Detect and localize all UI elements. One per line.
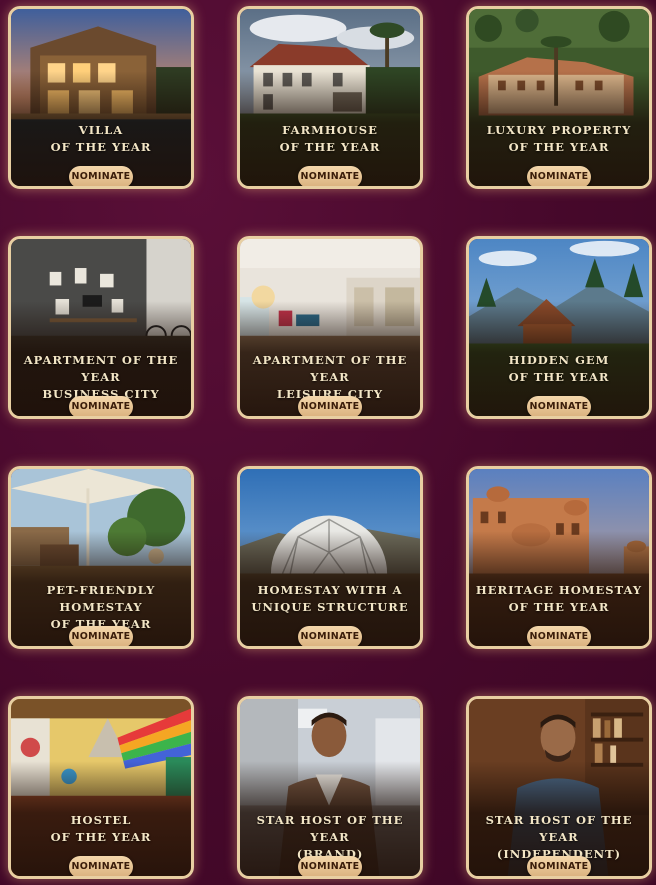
award-card-heritage-homestay: HERITAGE HOMESTAY OF THE YEAR NOMINATE bbox=[466, 466, 652, 649]
award-card-unique-structure-homestay: HOMESTAY WITH A UNIQUE STRUCTURE NOMINAT… bbox=[237, 466, 423, 649]
nominate-button[interactable]: NOMINATE bbox=[69, 626, 133, 646]
card-title: LUXURY PROPERTY OF THE YEAR bbox=[486, 123, 632, 154]
award-card-star-host-independent: STAR HOST OF THE YEAR (INDEPENDENT) NOMI… bbox=[466, 696, 652, 879]
card-title: HERITAGE HOMESTAY OF THE YEAR bbox=[475, 583, 643, 614]
nominate-button[interactable]: NOMINATE bbox=[69, 396, 133, 416]
nominate-button[interactable]: NOMINATE bbox=[298, 396, 362, 416]
card-title: FARMHOUSE OF THE YEAR bbox=[279, 123, 381, 154]
card-title: HOMESTAY WITH A UNIQUE STRUCTURE bbox=[251, 583, 409, 614]
award-card-villa: VILLA OF THE YEAR NOMINATE bbox=[8, 6, 194, 189]
award-card-hostel: HOSTEL OF THE YEAR NOMINATE bbox=[8, 696, 194, 879]
award-card-pet-friendly-homestay: PET-FRIENDLY HOMESTAY OF THE YEAR NOMINA… bbox=[8, 466, 194, 649]
nominate-button[interactable]: NOMINATE bbox=[527, 856, 591, 876]
card-title: HOSTEL OF THE YEAR bbox=[50, 813, 152, 844]
award-card-farmhouse: FARMHOUSE OF THE YEAR NOMINATE bbox=[237, 6, 423, 189]
award-card-apartment-business-city: APARTMENT OF THE YEAR BUSINESS CITY NOMI… bbox=[8, 236, 194, 419]
nominate-button[interactable]: NOMINATE bbox=[298, 166, 362, 186]
award-card-luxury-property: LUXURY PROPERTY OF THE YEAR NOMINATE bbox=[466, 6, 652, 189]
nominate-button[interactable]: NOMINATE bbox=[527, 626, 591, 646]
nominate-button[interactable]: NOMINATE bbox=[527, 166, 591, 186]
award-category-grid: VILLA OF THE YEAR NOMINATE FARMHOUSE OF … bbox=[0, 0, 656, 885]
nominate-button[interactable]: NOMINATE bbox=[298, 856, 362, 876]
award-card-apartment-leisure-city: APARTMENT OF THE YEAR LEISURE CITY NOMIN… bbox=[237, 236, 423, 419]
award-card-hidden-gem: HIDDEN GEM OF THE YEAR NOMINATE bbox=[466, 236, 652, 419]
card-title: VILLA OF THE YEAR bbox=[50, 123, 152, 154]
nominate-button[interactable]: NOMINATE bbox=[527, 396, 591, 416]
nominate-button[interactable]: NOMINATE bbox=[69, 856, 133, 876]
nominate-button[interactable]: NOMINATE bbox=[69, 166, 133, 186]
nominate-button[interactable]: NOMINATE bbox=[298, 626, 362, 646]
award-card-star-host-brand: STAR HOST OF THE YEAR (BRAND) NOMINATE bbox=[237, 696, 423, 879]
card-title: HIDDEN GEM OF THE YEAR bbox=[508, 353, 610, 384]
